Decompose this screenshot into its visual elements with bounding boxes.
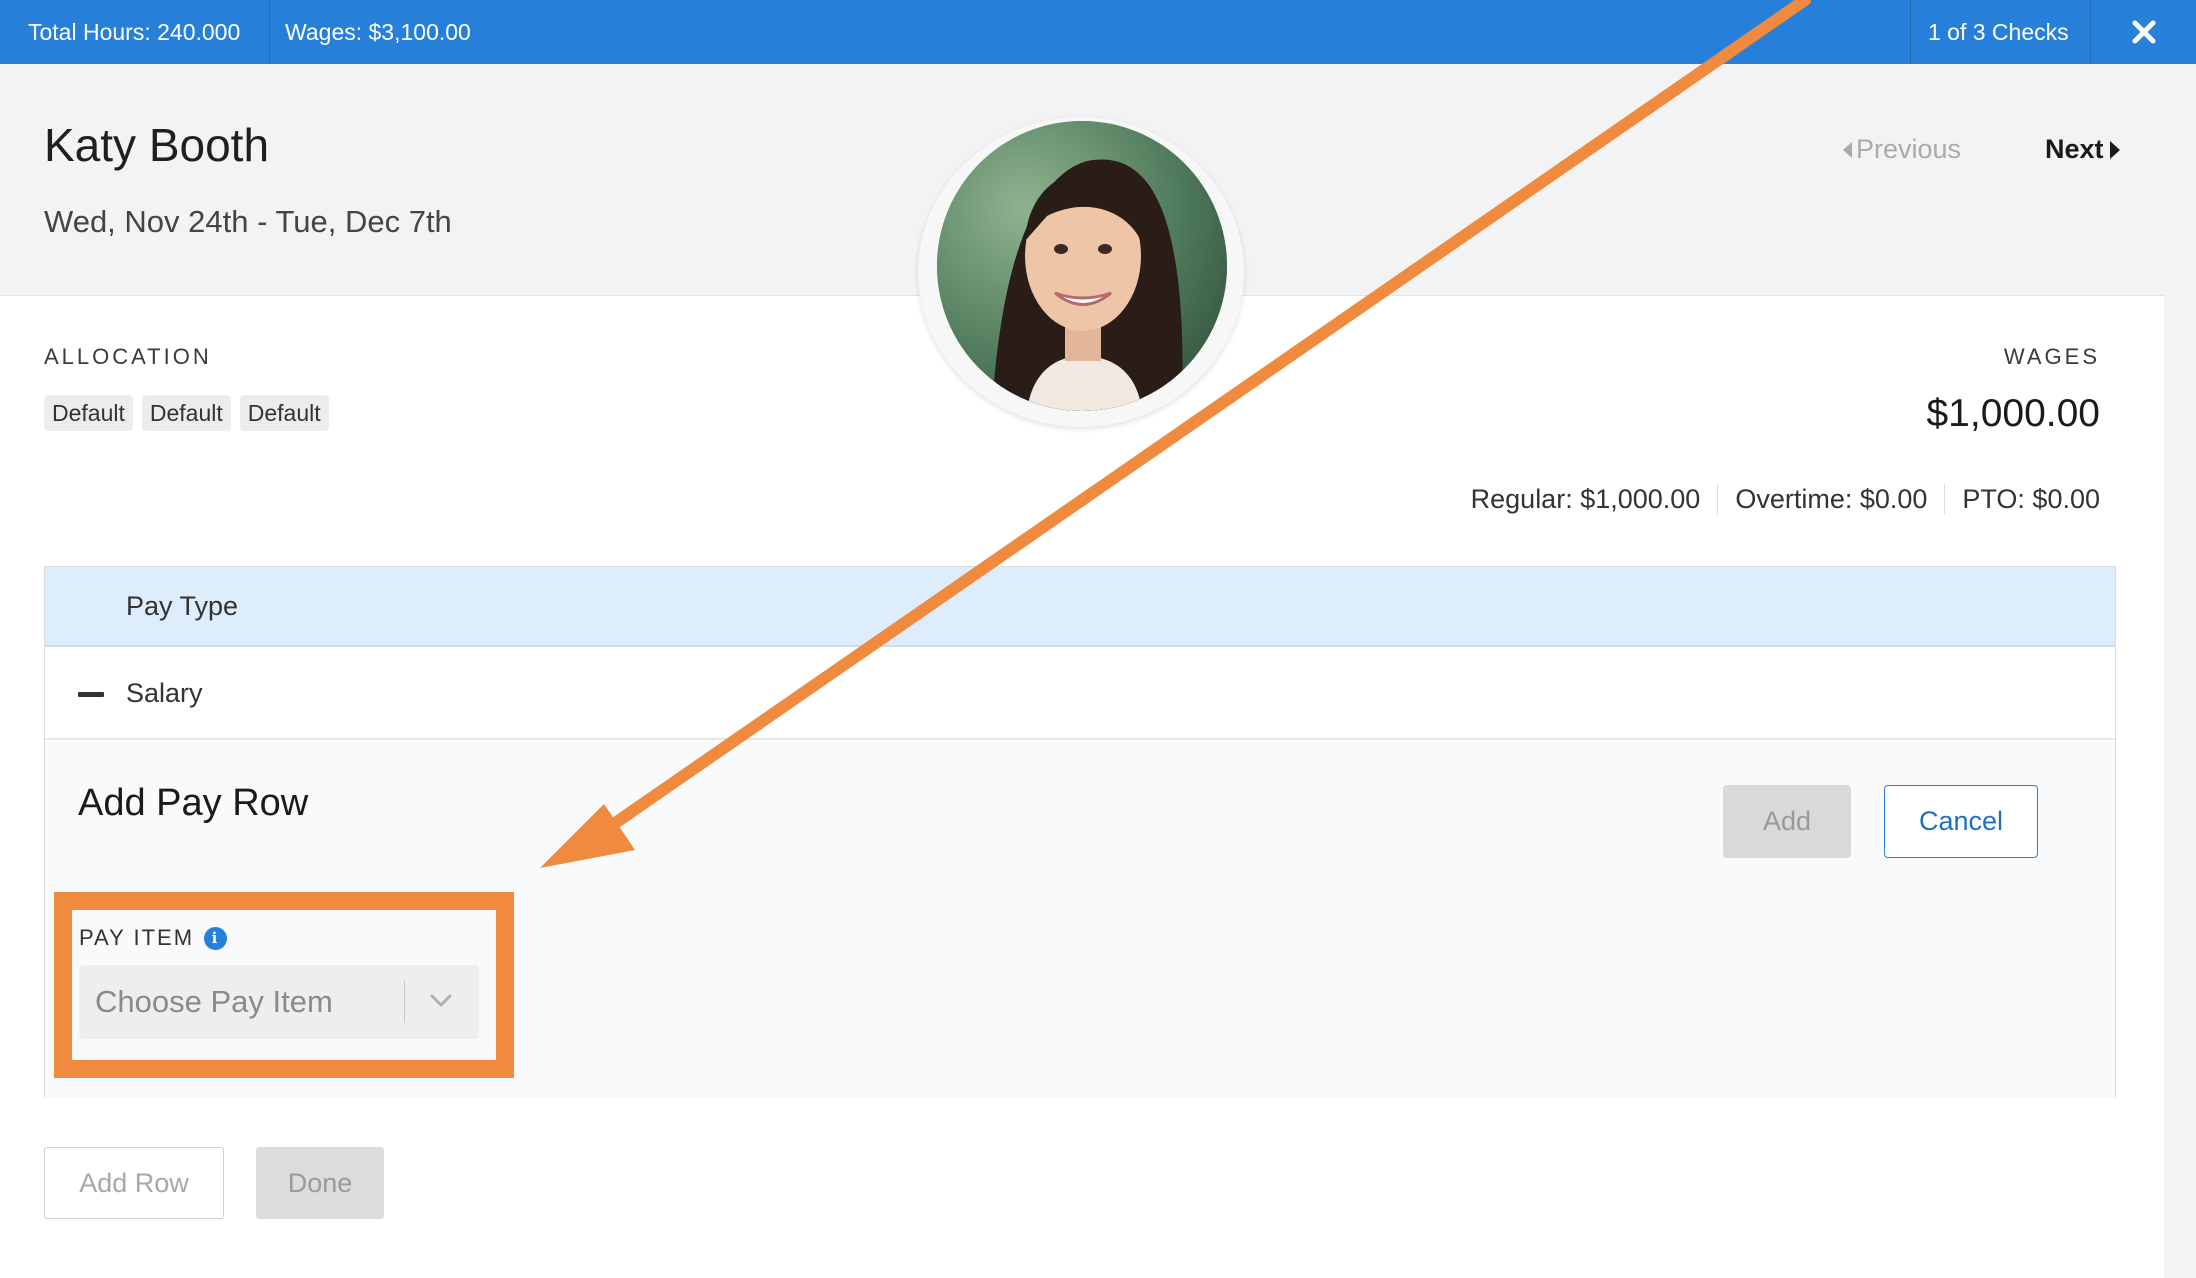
employee-name: Katy Booth xyxy=(44,119,270,171)
close-icon xyxy=(2132,20,2156,44)
done-button[interactable]: Done xyxy=(256,1147,384,1219)
avatar-photo xyxy=(937,121,1227,411)
wages-breakdown: Regular: $1,000.00 Overtime: $0.00 PTO: … xyxy=(1471,484,2100,515)
wages-label: WAGES xyxy=(2003,344,2100,369)
scroll-gutter xyxy=(2164,64,2196,1278)
table-row: Salary xyxy=(45,648,2115,740)
cancel-button[interactable]: Cancel xyxy=(1884,785,2038,858)
close-button[interactable] xyxy=(2120,0,2168,64)
allocation-tag: Default xyxy=(44,395,133,431)
add-row-button[interactable]: Add Row xyxy=(44,1147,224,1219)
divider xyxy=(2090,0,2091,64)
pay-type-column-header: Pay Type xyxy=(126,591,239,621)
add-pay-row-title: Add Pay Row xyxy=(78,782,309,824)
next-label: Next xyxy=(2045,134,2104,164)
chevron-left-icon xyxy=(1843,141,1852,158)
summary-bar: Total Hours: 240.000 Wages: $3,100.00 1 … xyxy=(0,0,2196,64)
allocation-tag: Default xyxy=(239,395,329,431)
allocation-label: ALLOCATION xyxy=(44,344,212,369)
next-button[interactable]: Next xyxy=(2045,134,2120,165)
pay-period: Wed, Nov 24th - Tue, Dec 7th xyxy=(44,204,452,239)
wages-amount: $1,000.00 xyxy=(1926,392,2100,435)
avatar xyxy=(937,121,1227,411)
remove-row-icon[interactable] xyxy=(78,692,104,697)
annotation-highlight-box xyxy=(54,892,514,1078)
pto-wages: PTO: $0.00 xyxy=(1944,484,2100,515)
add-button[interactable]: Add xyxy=(1723,785,1851,858)
table-header: Pay Type xyxy=(45,567,2115,647)
regular-wages: Regular: $1,000.00 xyxy=(1470,484,1701,514)
overtime-wages: Overtime: $0.00 xyxy=(1717,484,1944,515)
previous-label: Previous xyxy=(1856,134,1962,164)
allocation-tags: Default Default Default xyxy=(44,395,329,431)
divider xyxy=(269,0,270,64)
check-counter: 1 of 3 Checks xyxy=(1928,19,2069,45)
chevron-right-icon xyxy=(2109,140,2120,159)
previous-button[interactable]: Previous xyxy=(1843,134,1961,165)
total-wages: Wages: $3,100.00 xyxy=(285,19,471,45)
allocation-tag: Default xyxy=(141,395,231,431)
total-hours: Total Hours: 240.000 xyxy=(28,19,241,45)
divider xyxy=(1910,0,1911,64)
pay-type-cell: Salary xyxy=(126,678,203,708)
